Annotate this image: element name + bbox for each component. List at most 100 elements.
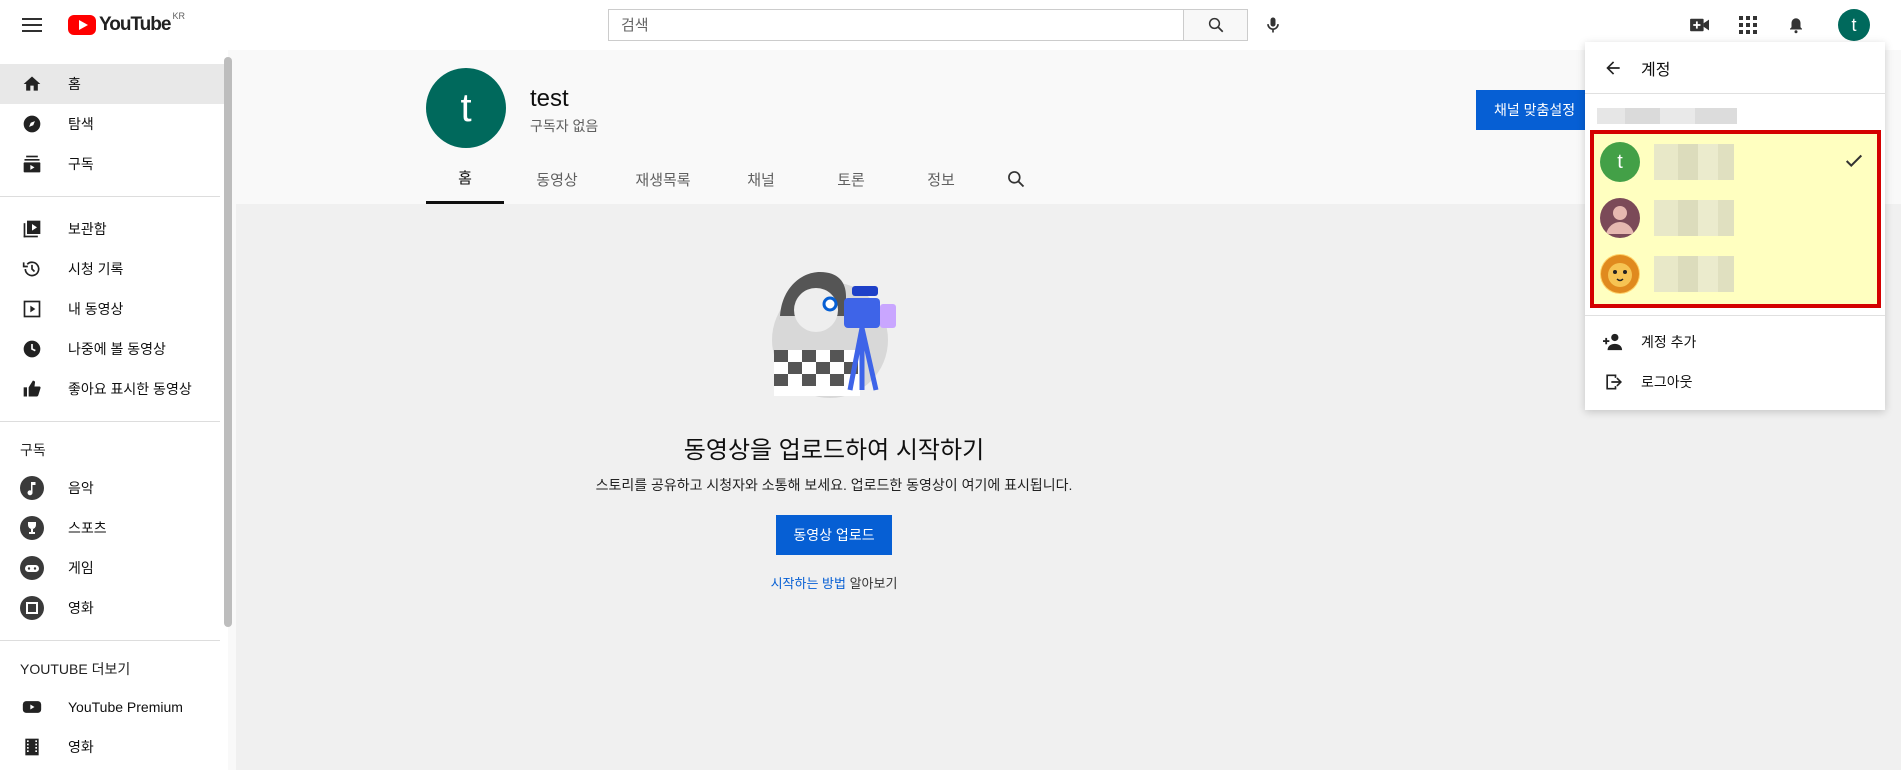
apps-grid-icon	[1739, 16, 1757, 34]
account-actions: 계정 추가 로그아웃	[1585, 322, 1885, 402]
sidebar-item-library[interactable]: 보관함	[0, 209, 228, 249]
tab-about[interactable]: 정보	[896, 154, 986, 204]
logout-icon	[1601, 370, 1625, 394]
account-switcher-panel: 계정 t 계정 추가 로그아웃	[1585, 42, 1885, 410]
logout-label: 로그아웃	[1641, 374, 1693, 390]
logout-button[interactable]: 로그아웃	[1585, 362, 1885, 402]
sidebar-item-label: 시청 기록	[68, 261, 124, 277]
upload-video-button[interactable]: 동영상 업로드	[776, 515, 892, 555]
home-icon	[20, 72, 44, 96]
voice-search-button[interactable]	[1258, 10, 1288, 40]
compass-icon	[20, 112, 44, 136]
sidebar-item-movies[interactable]: 영화	[0, 588, 228, 628]
account-name-redacted	[1654, 144, 1734, 180]
sidebar-item-label: 좋아요 표시한 동영상	[68, 381, 192, 397]
channel-tabs: 홈 동영상 재생목록 채널 토론 정보	[426, 154, 1046, 204]
sidebar-item-my-videos[interactable]: 내 동영상	[0, 289, 228, 329]
sidebar-item-sports[interactable]: 스포츠	[0, 508, 228, 548]
account-avatar-letter: t	[1851, 14, 1857, 35]
search-input[interactable]	[609, 10, 1183, 40]
watch-later-icon	[20, 337, 44, 361]
youtube-logo-icon	[68, 15, 96, 35]
sidebar-item-music[interactable]: 음악	[0, 468, 228, 508]
video-camera-plus-icon	[1690, 18, 1709, 32]
youtube-icon	[20, 695, 44, 719]
default-avatar-icon	[1600, 198, 1640, 238]
learn-more-text: 시작하는 방법 알아보기	[771, 573, 898, 592]
sidebar-item-label: YouTube Premium	[68, 699, 183, 715]
account-item[interactable]: t	[1594, 134, 1877, 190]
section-heading-rest: 더보기	[91, 661, 131, 677]
history-icon	[20, 257, 44, 281]
tab-discussion[interactable]: 토론	[806, 154, 896, 204]
library-icon	[20, 217, 44, 241]
person-add-icon	[1601, 330, 1625, 354]
sidebar-item-watch-later[interactable]: 나중에 볼 동영상	[0, 329, 228, 369]
tab-playlists[interactable]: 재생목록	[610, 154, 716, 204]
account-item[interactable]	[1594, 246, 1877, 302]
sidebar-section-heading: YOUTUBE 더보기	[0, 653, 228, 687]
sidebar-item-film[interactable]: 영화	[0, 727, 228, 767]
menu-icon[interactable]	[20, 14, 44, 36]
section-heading-brand: YOUTUBE	[20, 661, 88, 677]
back-button[interactable]	[1601, 56, 1625, 80]
tab-videos[interactable]: 동영상	[504, 154, 610, 204]
sidebar: 홈 탐색 구독 보관함 시청 기록 내 동영상 나중에 볼 동영상 좋아요 표시…	[0, 50, 228, 770]
add-account-label: 계정 추가	[1641, 334, 1697, 350]
film-icon	[20, 735, 44, 759]
sidebar-scrollbar[interactable]	[224, 57, 232, 627]
sidebar-item-liked-videos[interactable]: 좋아요 표시한 동영상	[0, 369, 228, 409]
music-channel-icon	[20, 476, 44, 500]
account-avatar[interactable]: t	[1838, 9, 1870, 41]
account-list-highlight: t	[1590, 130, 1881, 308]
channel-avatar-letter: t	[460, 85, 472, 130]
gaming-channel-icon	[20, 556, 44, 580]
search-icon	[1208, 17, 1223, 33]
empty-state-title: 동영상을 업로드하여 시작하기	[683, 437, 985, 464]
sidebar-item-label: 탐색	[68, 116, 94, 132]
sidebar-section-heading: 구독	[20, 442, 46, 458]
empty-state: 동영상을 업로드하여 시작하기 스토리를 공유하고 시청자와 소통해 보세요. …	[236, 260, 1432, 592]
sidebar-item-home[interactable]: 홈	[0, 64, 228, 104]
logo-text: YouTube	[99, 14, 171, 35]
thumbs-up-icon	[20, 377, 44, 401]
check-icon	[1845, 154, 1863, 168]
my-videos-icon	[20, 297, 44, 321]
sidebar-item-label: 보관함	[68, 221, 107, 237]
youtube-logo[interactable]: YouTube KR	[68, 11, 185, 37]
customize-channel-button[interactable]: 채널 맞춤설정	[1476, 90, 1594, 130]
account-item[interactable]	[1594, 190, 1877, 246]
sidebar-divider	[0, 421, 220, 422]
account-avatar: t	[1600, 142, 1640, 182]
arrow-left-icon	[1606, 60, 1620, 75]
channel-search-button[interactable]	[986, 154, 1046, 204]
learn-how-link[interactable]: 시작하는 방법	[771, 576, 846, 591]
sidebar-divider	[0, 640, 220, 641]
search-button[interactable]	[1184, 9, 1248, 41]
sidebar-item-label: 내 동영상	[68, 301, 124, 317]
sidebar-divider	[0, 196, 220, 197]
sidebar-item-label: 홈	[68, 76, 81, 92]
sidebar-item-subscriptions[interactable]: 구독	[0, 144, 228, 184]
sidebar-item-history[interactable]: 시청 기록	[0, 249, 228, 289]
add-account-button[interactable]: 계정 추가	[1585, 322, 1885, 362]
channel-name: test	[530, 85, 569, 112]
channel-avatar: t	[426, 68, 506, 148]
subscriber-count: 구독자 없음	[530, 118, 599, 134]
account-panel-header: 계정	[1585, 42, 1885, 94]
sidebar-item-youtube-premium[interactable]: YouTube Premium	[0, 687, 228, 727]
create-video-button[interactable]	[1688, 13, 1712, 37]
learn-more-rest: 알아보기	[845, 576, 898, 591]
sidebar-item-gaming[interactable]: 게임	[0, 548, 228, 588]
subscriptions-icon	[20, 152, 44, 176]
sidebar-item-explore[interactable]: 탐색	[0, 104, 228, 144]
sidebar-item-label: 나중에 볼 동영상	[68, 341, 166, 357]
sidebar-item-label: 게임	[68, 560, 94, 576]
tab-channels[interactable]: 채널	[716, 154, 806, 204]
tab-home[interactable]: 홈	[426, 154, 504, 204]
notifications-button[interactable]	[1784, 13, 1808, 37]
search-box	[608, 9, 1184, 41]
sidebar-item-label: 구독	[68, 156, 94, 172]
apps-button[interactable]	[1736, 13, 1760, 37]
sidebar-item-label: 스포츠	[68, 520, 107, 536]
